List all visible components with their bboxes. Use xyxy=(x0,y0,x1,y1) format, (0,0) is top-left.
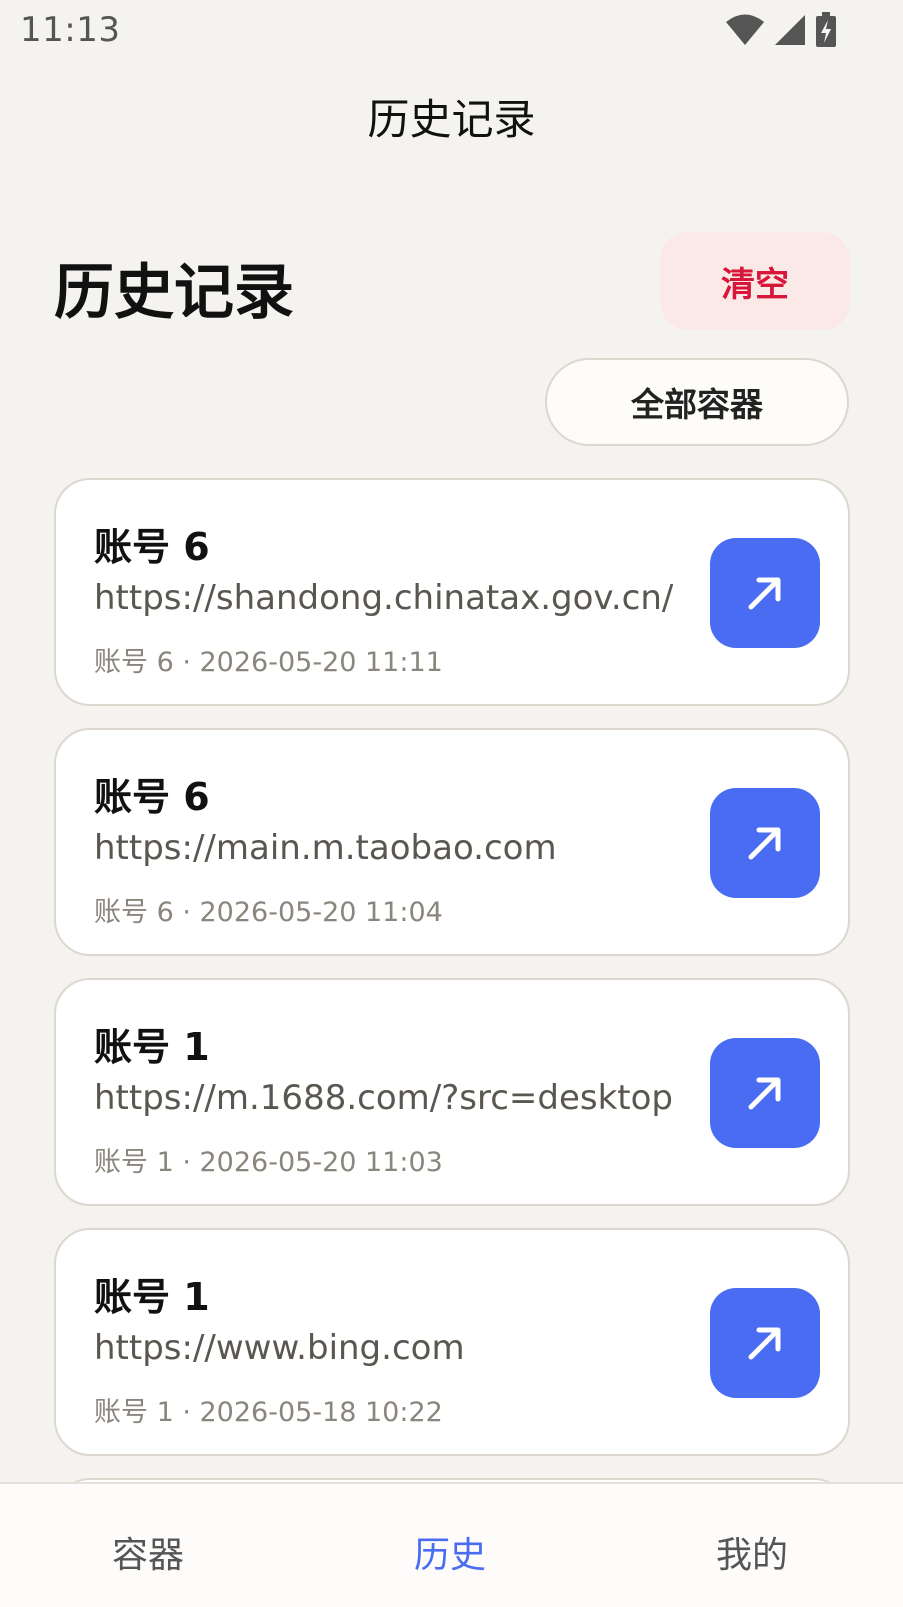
battery-charging-icon xyxy=(815,12,837,52)
history-card[interactable]: 账号 6 https://main.m.taobao.com 账号 6 · 20… xyxy=(54,728,850,956)
open-button[interactable] xyxy=(710,538,820,648)
bottom-nav: 容器 历史 我的 xyxy=(0,1482,903,1607)
app-bar-title: 历史记录 xyxy=(367,95,536,144)
history-meta: 账号 1 · 2026-05-20 11:03 xyxy=(94,1147,443,1178)
wifi-icon xyxy=(725,13,765,51)
history-url: https://m.1688.com/?src=desktop xyxy=(94,1078,673,1118)
clear-button[interactable]: 清空 xyxy=(660,232,850,330)
open-button[interactable] xyxy=(710,1288,820,1398)
signal-icon xyxy=(773,13,807,51)
history-meta: 账号 6 · 2026-05-20 11:04 xyxy=(94,897,443,928)
history-card[interactable]: 账号 1 https://m.1688.com/?src=desktop 账号 … xyxy=(54,978,850,1206)
history-url: https://shandong.chinatax.gov.cn/ xyxy=(94,578,674,618)
nav-item-profile[interactable]: 我的 xyxy=(716,1526,788,1578)
history-url: https://www.bing.com xyxy=(94,1328,465,1368)
status-icons xyxy=(725,12,837,52)
nav-item-history[interactable]: 历史 xyxy=(414,1526,486,1578)
history-card[interactable]: 账号 1 https://www.bing.com 账号 1 · 2026-05… xyxy=(54,1228,850,1456)
history-title: 账号 1 xyxy=(94,1025,210,1069)
history-title: 账号 6 xyxy=(94,775,210,819)
page-title: 历史记录 xyxy=(54,258,294,328)
arrow-up-right-icon xyxy=(748,827,781,860)
history-card[interactable]: 账号 6 https://shandong.chinatax.gov.cn/ 账… xyxy=(54,478,850,706)
history-title: 账号 1 xyxy=(94,1275,210,1319)
history-title: 账号 6 xyxy=(94,525,210,569)
history-meta: 账号 1 · 2026-05-18 10:22 xyxy=(94,1397,443,1428)
container-filter-button[interactable]: 全部容器 xyxy=(545,358,849,446)
arrow-up-right-icon xyxy=(748,1327,781,1360)
history-url: https://main.m.taobao.com xyxy=(94,828,557,868)
status-bar: 11:13 xyxy=(0,0,903,60)
arrow-up-right-icon xyxy=(748,1077,781,1110)
history-list: 账号 6 https://shandong.chinatax.gov.cn/ 账… xyxy=(54,478,850,1478)
history-meta: 账号 6 · 2026-05-20 11:11 xyxy=(94,647,443,678)
open-button[interactable] xyxy=(710,788,820,898)
open-button[interactable] xyxy=(710,1038,820,1148)
arrow-up-right-icon xyxy=(748,577,781,610)
nav-item-containers[interactable]: 容器 xyxy=(112,1526,184,1578)
status-time: 11:13 xyxy=(20,10,121,50)
